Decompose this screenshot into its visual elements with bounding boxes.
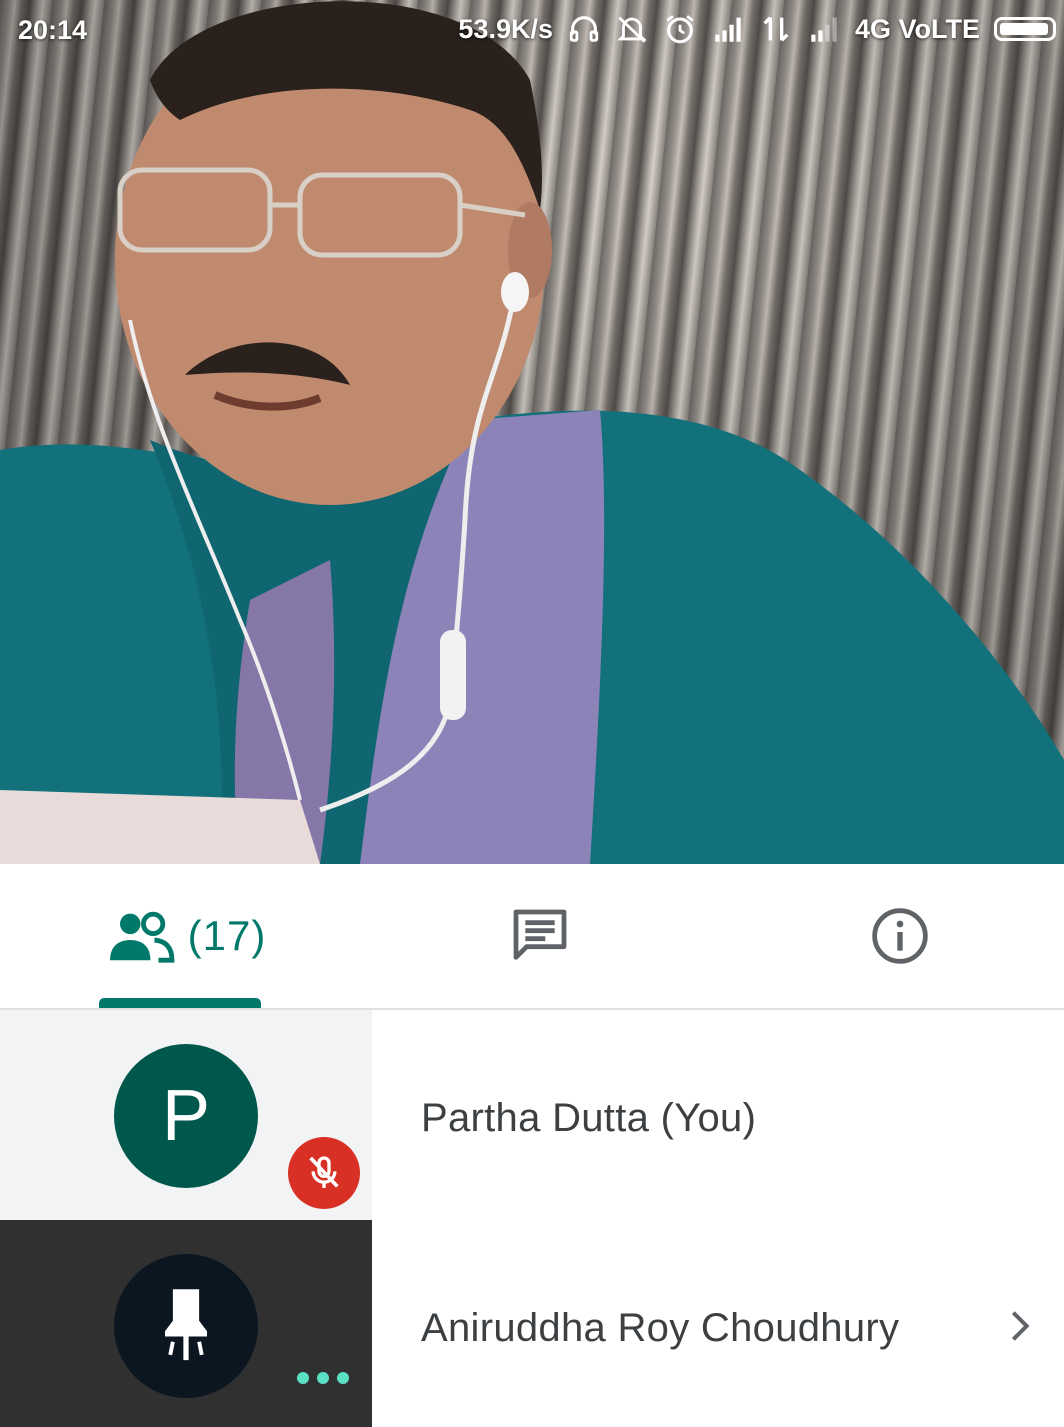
people-icon bbox=[109, 911, 175, 963]
headset-icon bbox=[569, 16, 599, 42]
avatar bbox=[114, 1254, 258, 1398]
pin-icon bbox=[165, 1289, 207, 1361]
info-icon bbox=[872, 908, 928, 964]
status-time: 20:14 bbox=[18, 15, 88, 45]
participant-name: Aniruddha Roy Choudhury bbox=[421, 1306, 900, 1350]
chat-icon bbox=[513, 909, 567, 960]
tab-info[interactable] bbox=[820, 864, 980, 1008]
tab-bar: (17) bbox=[0, 864, 1064, 1010]
more-dots-icon bbox=[297, 1372, 349, 1384]
tab-chat[interactable] bbox=[460, 864, 620, 1008]
participant-name: Partha Dutta (You) bbox=[421, 1096, 757, 1140]
participant-tile: P bbox=[0, 1010, 372, 1220]
tab-people[interactable]: (17) bbox=[60, 864, 312, 1008]
active-tab-indicator bbox=[99, 998, 261, 1008]
speaker-video-frame bbox=[0, 1, 1064, 864]
muted-badge bbox=[288, 1137, 360, 1209]
bell-off-icon bbox=[617, 16, 647, 43]
signal-icon bbox=[715, 17, 741, 42]
participant-tile bbox=[0, 1220, 372, 1427]
avatar-initial: P bbox=[161, 1076, 211, 1156]
network-speed: 53.9K/s bbox=[458, 13, 553, 44]
mic-off-icon bbox=[309, 1156, 339, 1188]
battery-icon bbox=[994, 17, 1056, 41]
chevron-right-icon[interactable] bbox=[1000, 1304, 1040, 1348]
status-right: 53.9K/s 4G VoLTE bbox=[458, 12, 1056, 46]
network-type: 4G VoLTE bbox=[854, 13, 980, 44]
main-video-feed[interactable]: 20:14 53.9K/s 4G VoLTE bbox=[0, 0, 1064, 864]
participant-count: (17) bbox=[187, 912, 267, 959]
participant-row[interactable]: P Partha Dutta (You) bbox=[0, 1010, 1064, 1220]
participant-row[interactable]: Aniruddha Roy Choudhury bbox=[0, 1220, 1064, 1427]
signal-weak-icon bbox=[811, 17, 837, 42]
status-bar: 20:14 53.9K/s 4G VoLTE bbox=[0, 0, 1064, 62]
alarm-icon bbox=[666, 15, 694, 44]
avatar: P bbox=[114, 1044, 258, 1188]
data-arrows-icon bbox=[763, 16, 789, 42]
